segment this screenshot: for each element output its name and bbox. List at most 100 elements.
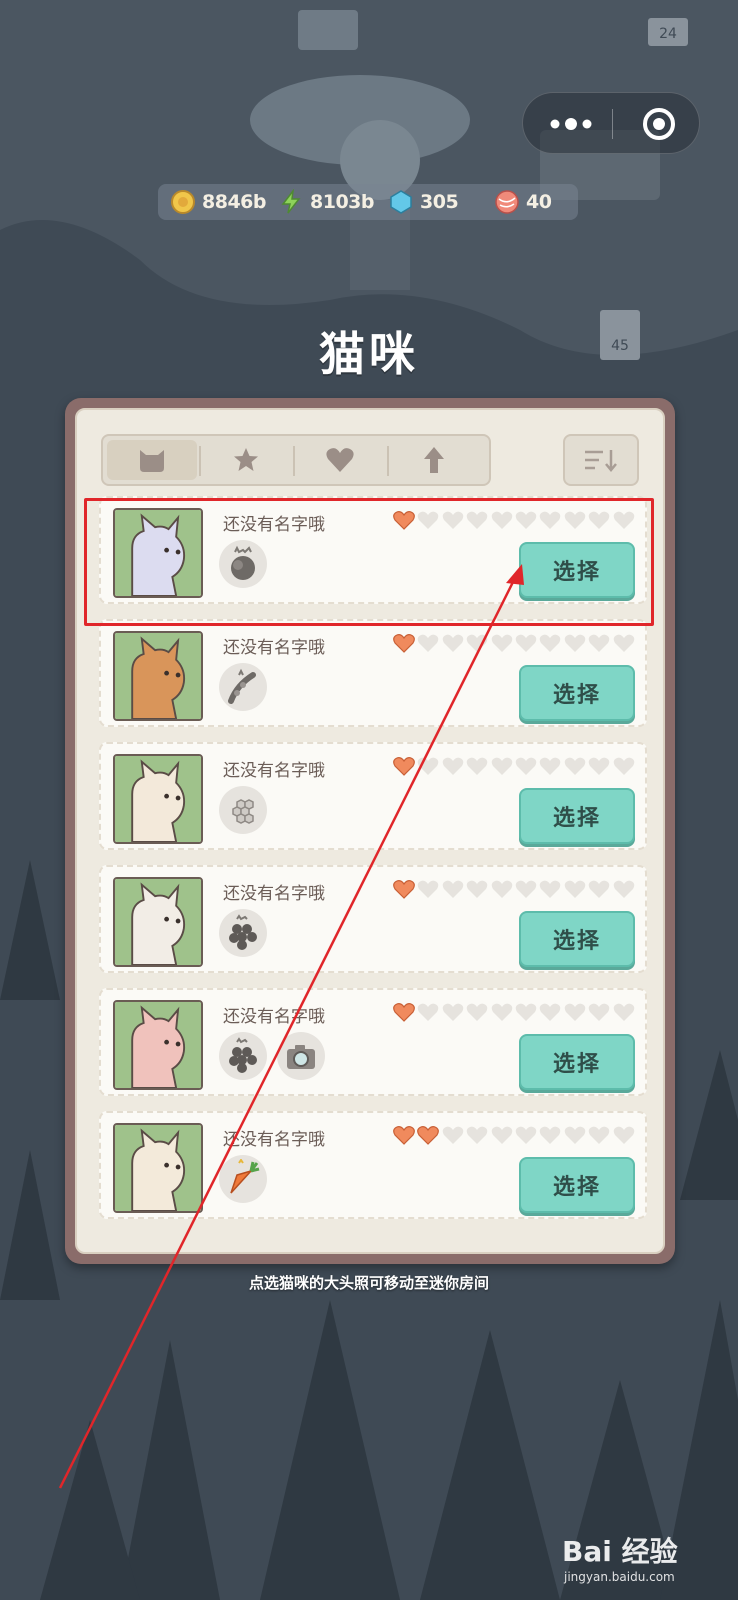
affection-hearts bbox=[393, 633, 637, 655]
item-slot bbox=[219, 663, 267, 711]
heart-empty-icon bbox=[442, 757, 464, 775]
yarn-amount: 40 bbox=[526, 191, 552, 213]
heart-empty-icon bbox=[442, 634, 464, 652]
heart-empty-icon bbox=[442, 1126, 464, 1144]
currency-gold: 8846b bbox=[170, 184, 266, 220]
heart-empty-icon bbox=[613, 1126, 634, 1144]
heart-empty-icon bbox=[588, 1003, 610, 1021]
currency-gem: 305 bbox=[388, 184, 459, 220]
gem-icon bbox=[390, 190, 412, 214]
carrot-item-icon bbox=[230, 1159, 260, 1194]
item-slot bbox=[219, 1155, 267, 1203]
svg-text:24: 24 bbox=[659, 26, 677, 42]
item-slot bbox=[219, 786, 267, 834]
tab-cats[interactable] bbox=[107, 440, 197, 480]
select-button[interactable]: 选择 bbox=[519, 911, 635, 967]
heart-empty-icon bbox=[466, 634, 488, 652]
page-title: 猫咪 bbox=[319, 327, 419, 381]
select-button[interactable]: 选择 bbox=[519, 788, 635, 844]
heart-empty-icon bbox=[491, 1126, 512, 1144]
cat-items bbox=[219, 1155, 277, 1203]
heart-filled-icon bbox=[393, 757, 415, 776]
heart-empty-icon bbox=[613, 880, 634, 898]
heart-icon bbox=[326, 448, 354, 472]
item-slot bbox=[219, 909, 267, 957]
grapes-item-icon bbox=[229, 914, 257, 950]
more-icon[interactable] bbox=[545, 111, 597, 137]
cat-card: 还没有名字哦 选择 bbox=[99, 619, 647, 727]
watermark-url: jingyan.baidu.com bbox=[564, 1570, 675, 1584]
heart-empty-icon bbox=[491, 634, 512, 652]
gem-amount: 305 bbox=[420, 191, 459, 213]
cat-icon bbox=[140, 450, 164, 472]
heart-empty-icon bbox=[515, 757, 537, 775]
heart-empty-icon bbox=[418, 757, 439, 775]
capsule-divider bbox=[612, 109, 613, 139]
cat-portrait-image bbox=[115, 756, 201, 842]
heart-empty-icon bbox=[491, 880, 512, 898]
cat-items bbox=[219, 663, 277, 711]
filter-tabs bbox=[101, 434, 491, 486]
heart-empty-icon bbox=[466, 880, 488, 898]
camera-item-icon bbox=[287, 1045, 315, 1069]
cat-name: 还没有名字哦 bbox=[223, 884, 325, 904]
star-icon bbox=[234, 448, 258, 471]
heart-empty-icon bbox=[540, 880, 561, 898]
close-miniprogram-icon[interactable] bbox=[641, 106, 677, 142]
heart-empty-icon bbox=[442, 880, 464, 898]
currency-bar: 8846b 8103b 305 40 bbox=[158, 184, 578, 220]
cat-portrait[interactable] bbox=[113, 631, 203, 721]
cat-card: 还没有名字哦选择 bbox=[99, 742, 647, 850]
heart-empty-icon bbox=[540, 1003, 561, 1021]
cat-portrait[interactable] bbox=[113, 877, 203, 967]
tab-level[interactable] bbox=[389, 440, 479, 480]
select-button[interactable]: 选择 bbox=[519, 1034, 635, 1090]
heart-empty-icon bbox=[418, 634, 439, 652]
heart-empty-icon bbox=[564, 634, 586, 652]
affection-hearts bbox=[393, 1002, 637, 1024]
heart-filled-icon bbox=[393, 634, 415, 653]
cat-portrait[interactable] bbox=[113, 754, 203, 844]
heart-empty-icon bbox=[588, 634, 610, 652]
cat-items bbox=[219, 1032, 335, 1080]
item-slot bbox=[277, 1032, 325, 1080]
honeycomb-item-icon bbox=[232, 799, 254, 824]
select-button[interactable]: 选择 bbox=[519, 1157, 635, 1213]
watermark-logo: Bai 经验 bbox=[562, 1535, 678, 1568]
heart-empty-icon bbox=[588, 1126, 610, 1144]
heart-empty-icon bbox=[588, 757, 610, 775]
cat-name: 还没有名字哦 bbox=[223, 1007, 325, 1027]
affection-hearts bbox=[393, 756, 637, 778]
cat-portrait[interactable] bbox=[113, 1000, 203, 1090]
heart-empty-icon bbox=[515, 634, 537, 652]
lightning-icon bbox=[281, 189, 301, 214]
cat-name: 还没有名字哦 bbox=[223, 761, 325, 781]
yarn-ball-icon bbox=[495, 190, 519, 214]
heart-empty-icon bbox=[442, 1003, 464, 1021]
heart-filled-icon bbox=[393, 1003, 415, 1022]
heart-empty-icon bbox=[613, 1003, 634, 1021]
heart-empty-icon bbox=[564, 1003, 586, 1021]
select-button[interactable]: 选择 bbox=[519, 665, 635, 721]
affection-hearts bbox=[393, 879, 637, 901]
cat-card: 还没有名字哦选择 bbox=[99, 988, 647, 1096]
heart-empty-icon bbox=[515, 1003, 537, 1021]
heart-empty-icon bbox=[466, 1126, 488, 1144]
cat-card: 还没有名字哦选择 bbox=[99, 865, 647, 973]
sort-icon bbox=[585, 450, 617, 472]
heart-filled-icon bbox=[393, 1126, 415, 1145]
cat-portrait[interactable] bbox=[113, 1123, 203, 1213]
cat-portrait-image bbox=[115, 1002, 201, 1088]
sort-button[interactable] bbox=[563, 434, 639, 486]
currency-energy: 8103b bbox=[278, 184, 374, 220]
tab-favorites[interactable] bbox=[201, 440, 291, 480]
heart-empty-icon bbox=[515, 880, 537, 898]
tab-affection[interactable] bbox=[295, 440, 385, 480]
grapes-item-icon bbox=[229, 1037, 257, 1073]
heart-empty-icon bbox=[515, 1126, 537, 1144]
cat-portrait-image bbox=[115, 879, 201, 965]
energy-amount: 8103b bbox=[310, 191, 374, 213]
gold-amount: 8846b bbox=[202, 191, 266, 213]
tutorial-highlight-box bbox=[84, 498, 654, 626]
cat-portrait-image bbox=[115, 1125, 201, 1211]
